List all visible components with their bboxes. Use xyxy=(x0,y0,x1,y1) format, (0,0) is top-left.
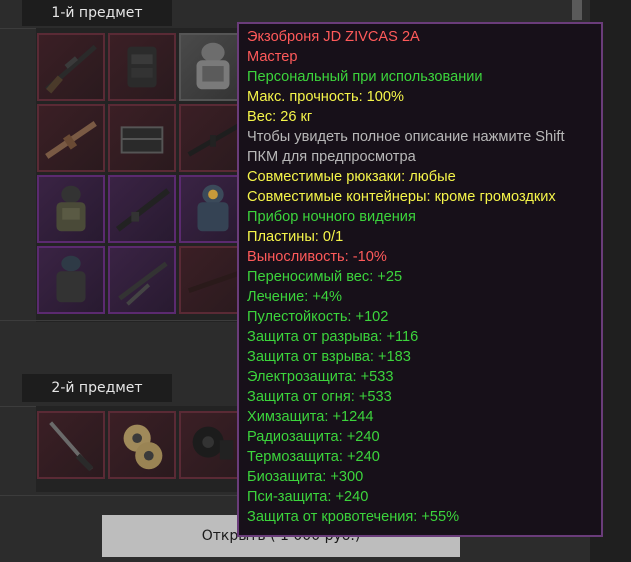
tooltip-line: Чтобы увидеть полное описание нажмите Sh… xyxy=(247,129,565,145)
combat-suit-icon xyxy=(39,177,103,241)
tooltip-line: Пулестойкость: +102 xyxy=(247,309,389,325)
tooltip-line: Электрозащита: +533 xyxy=(247,369,394,385)
grid1-item-slot[interactable] xyxy=(108,33,176,101)
tooltip-line: Химзащита: +1244 xyxy=(247,409,374,425)
tooltip-line: Персональный при использовании xyxy=(247,69,483,85)
bayonet-icon xyxy=(39,413,103,477)
rifle-icon xyxy=(181,106,245,170)
exoskeleton-icon xyxy=(181,35,245,99)
tooltip-line: Лечение: +4% xyxy=(247,289,342,305)
tooltip-line: Выносливость: -10% xyxy=(247,249,387,265)
item-tooltip: Экзоброня JD ZIVCAS 2A Мастер Персональный… xyxy=(237,22,603,537)
section-title-first: 1-й предмет xyxy=(51,5,143,21)
grid1-item-slot[interactable] xyxy=(108,246,176,314)
tape-roll-icon xyxy=(110,413,174,477)
tooltip-line: Биозащита: +300 xyxy=(247,469,364,485)
tooltip-line: Пси-защита: +240 xyxy=(247,489,369,505)
tactical-vest-icon xyxy=(39,248,103,312)
tooltip-line: Защита от разрыва: +116 xyxy=(247,329,419,345)
grid1-item-slot[interactable] xyxy=(37,33,105,101)
grid2-item-slot[interactable] xyxy=(37,411,105,479)
tooltip-line: Совместимые контейнеры: кроме громоздких xyxy=(247,189,556,205)
tooltip-line: Прибор ночного видения xyxy=(247,209,416,225)
grenade-launcher-icon xyxy=(110,248,174,312)
section-title-second: 2-й предмет xyxy=(51,380,143,396)
scrollbar-thumb[interactable] xyxy=(572,0,582,20)
tooltip-line: Защита от огня: +533 xyxy=(247,389,392,405)
tooltip-line: Переносимый вес: +25 xyxy=(247,269,403,285)
sniper-rifle-icon xyxy=(39,35,103,99)
drum-magazine-icon xyxy=(181,413,245,477)
tooltip-line: Вес: 26 кг xyxy=(247,109,313,125)
tooltip-line: Защита от кровотечения: +55% xyxy=(247,509,460,525)
section-label-second: 2-й предмет xyxy=(22,374,172,402)
grid1-item-slot[interactable] xyxy=(108,175,176,243)
grid1-item-slot[interactable] xyxy=(37,104,105,172)
section-label-first: 1-й предмет xyxy=(22,0,172,26)
grid1-item-slot[interactable] xyxy=(108,104,176,172)
tooltip-line: Совместимые рюкзаки: любые xyxy=(247,169,456,185)
grid1-item-slot[interactable] xyxy=(37,175,105,243)
hazmat-suit-icon xyxy=(181,177,245,241)
tooltip-line: Пластины: 0/1 xyxy=(247,229,344,245)
ammo-crate-icon xyxy=(110,106,174,170)
grid2-item-slot[interactable] xyxy=(108,411,176,479)
armor-vest-icon xyxy=(110,35,174,99)
grid1-item-slot[interactable] xyxy=(37,246,105,314)
tooltip-line: Мастер xyxy=(247,49,298,65)
tooltip-line: Термозащита: +240 xyxy=(247,449,380,465)
shotgun-icon xyxy=(181,248,245,312)
assault-rifle-icon xyxy=(39,106,103,170)
tooltip-line: Защита от взрыва: +183 xyxy=(247,349,411,365)
tooltip-line: Радиозащита: +240 xyxy=(247,429,380,445)
machine-gun-icon xyxy=(110,177,174,241)
tooltip-line: ПКМ для предпросмотра xyxy=(247,149,416,165)
tooltip-line: Экзоброня JD ZIVCAS 2A xyxy=(247,29,420,45)
tooltip-line: Макс. прочность: 100% xyxy=(247,89,405,105)
